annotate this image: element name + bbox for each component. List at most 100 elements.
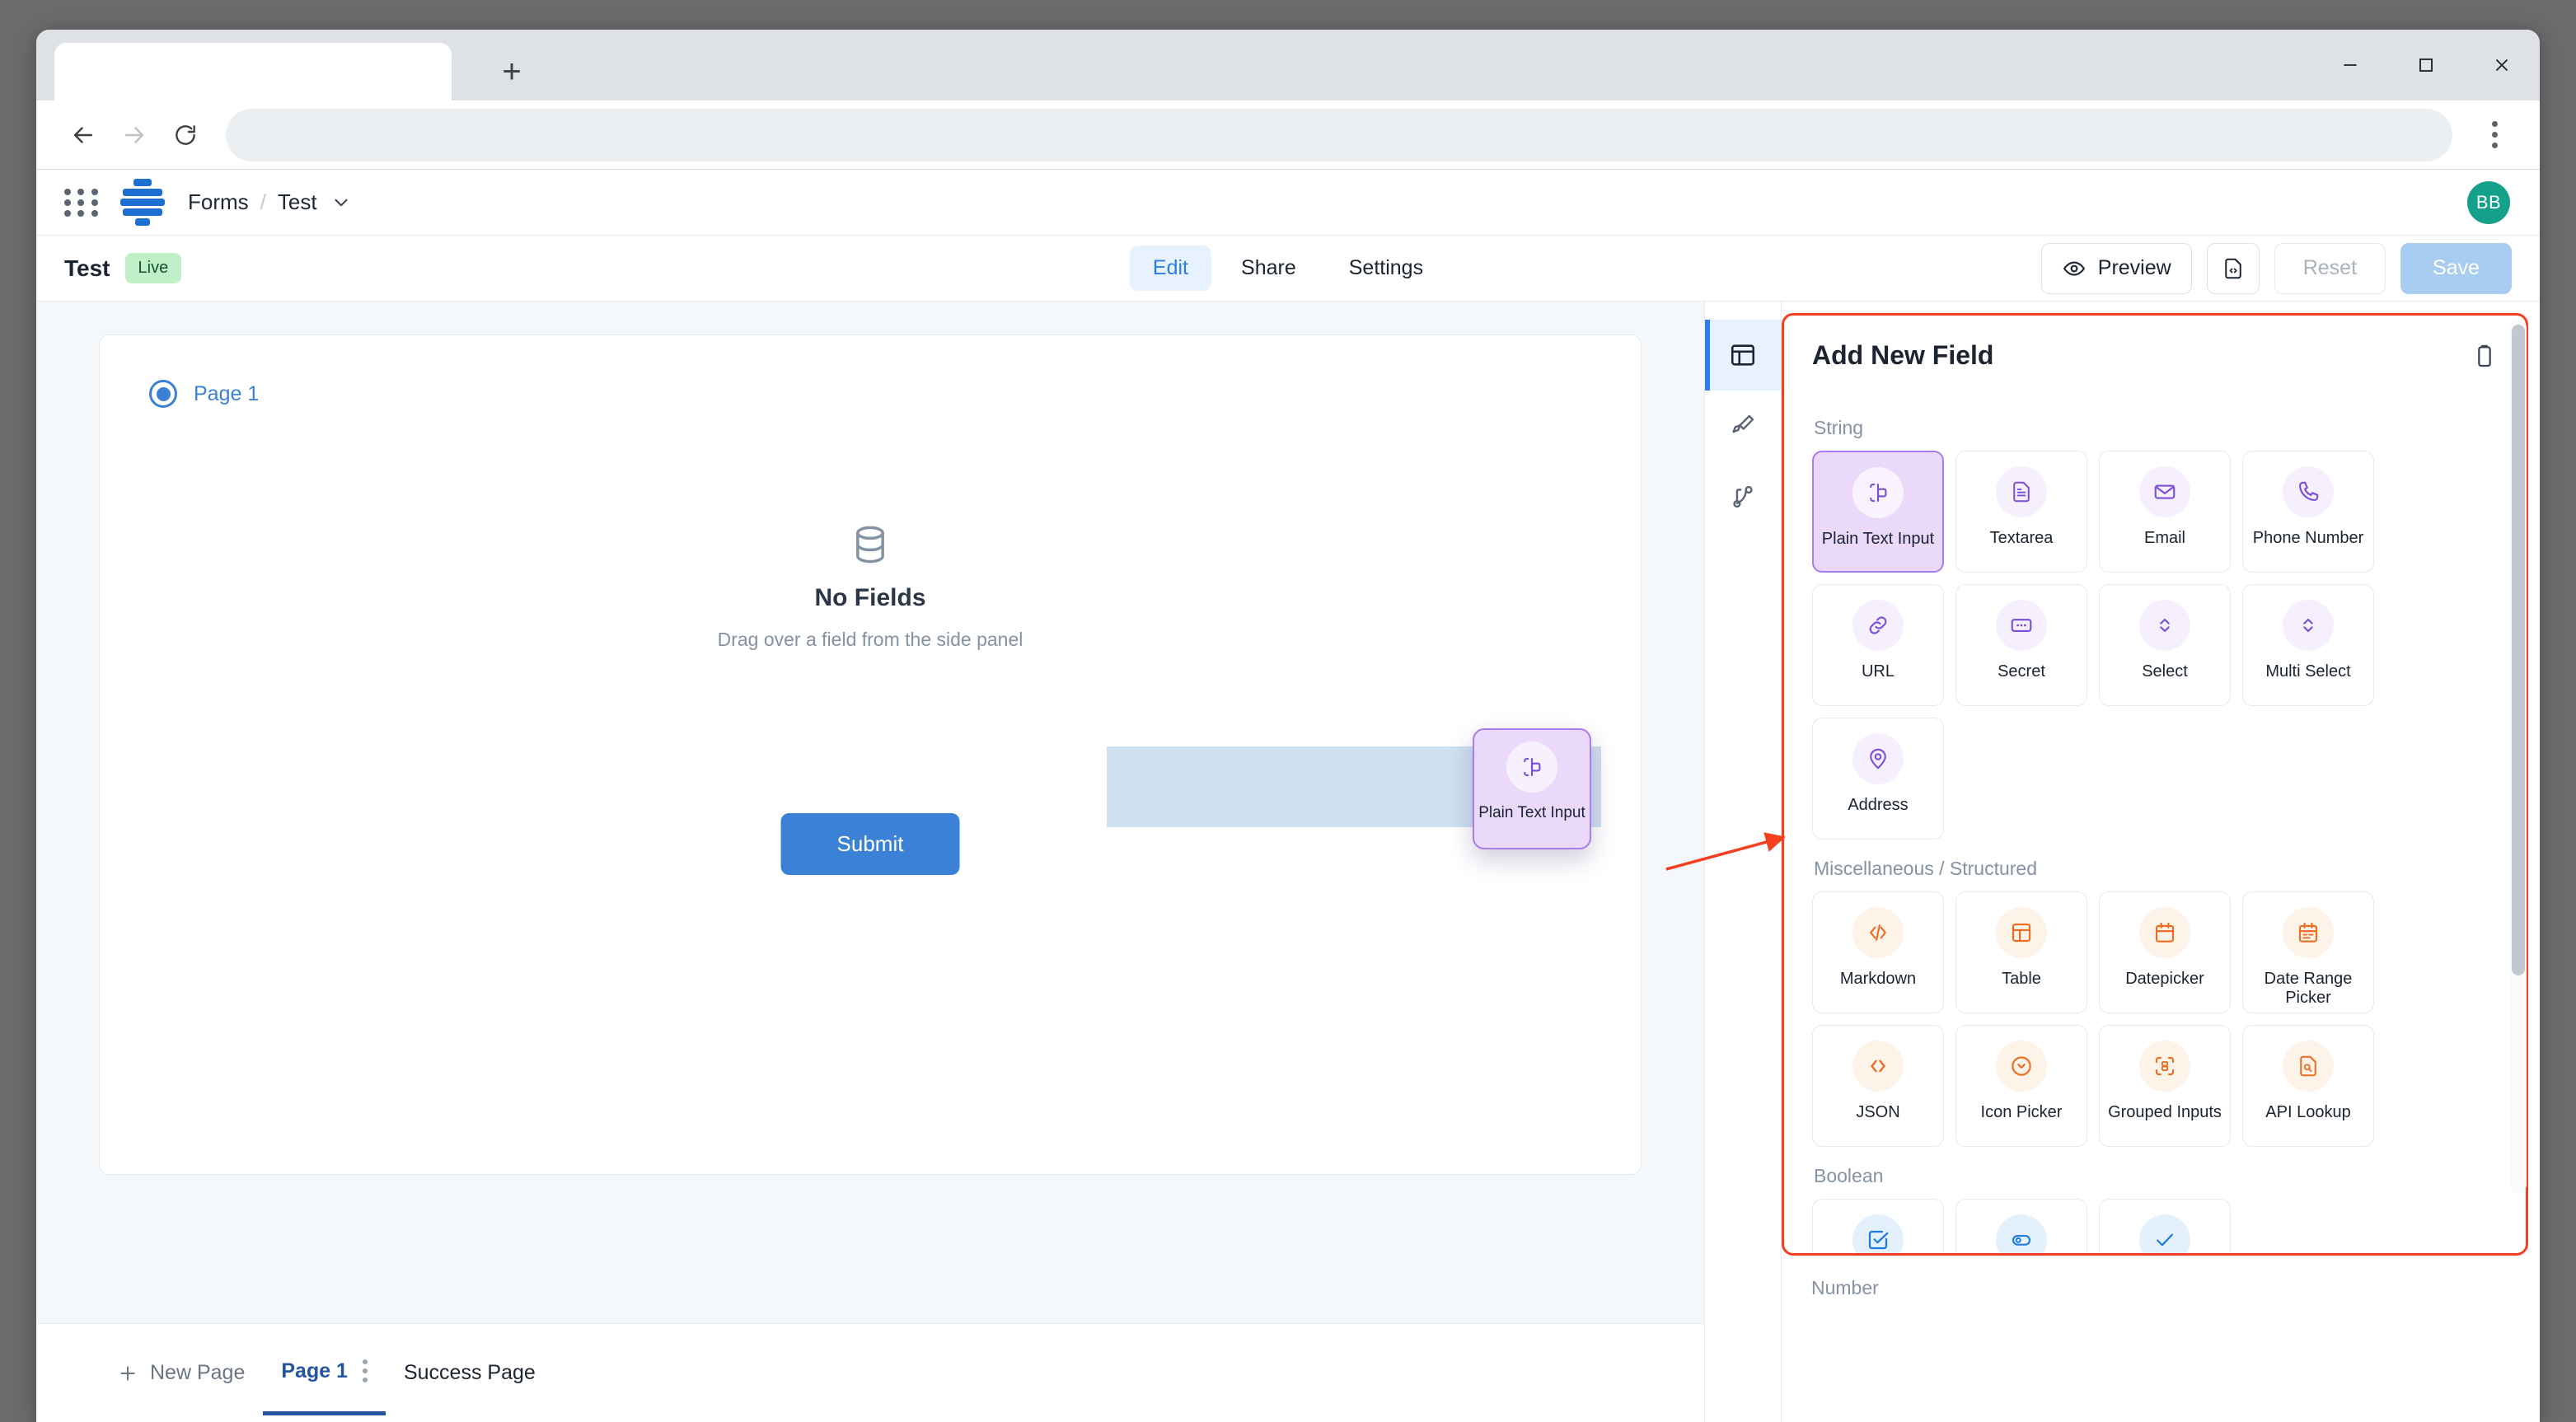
page-tab-label: Success Page — [404, 1361, 536, 1385]
panel-icon-rail — [1704, 302, 1782, 1422]
field-card-plain-text-input[interactable]: Plain Text Input — [1812, 451, 1944, 573]
drag-preview-card[interactable]: Plain Text Input — [1473, 728, 1591, 849]
breadcrumb-current[interactable]: Test — [278, 189, 317, 215]
close-button[interactable] — [2464, 30, 2540, 101]
back-icon[interactable] — [58, 110, 109, 161]
text-cursor-input-icon — [1506, 741, 1557, 793]
field-card-multi-select[interactable]: Multi Select — [2242, 584, 2374, 706]
plus-icon: + — [502, 55, 521, 88]
field-card-label: Table — [1997, 970, 2046, 989]
field-card-phone-number[interactable]: Phone Number — [2242, 451, 2374, 573]
new-tab-button[interactable]: + — [488, 48, 536, 96]
tab-share[interactable]: Share — [1218, 246, 1319, 291]
field-card-select[interactable]: Select — [2099, 584, 2231, 706]
submit-button[interactable]: Submit — [781, 813, 960, 875]
clipboard-icon[interactable] — [2471, 343, 2498, 369]
preview-button[interactable]: Preview — [2041, 243, 2192, 294]
field-card-switch[interactable]: Switch — [1955, 1199, 2087, 1256]
save-button[interactable]: Save — [2400, 243, 2512, 294]
field-card-table[interactable]: Table — [1955, 891, 2087, 1013]
field-card-email[interactable]: Email — [2099, 451, 2231, 573]
rail-item-layout[interactable] — [1705, 320, 1781, 391]
group-title-number: Number — [1811, 1277, 2500, 1299]
minimize-button[interactable] — [2312, 30, 2388, 101]
toggle-icon — [1996, 1214, 2047, 1256]
address-bar[interactable] — [226, 109, 2452, 161]
form-toolbar: Test Live Edit Share Settings Preview — [36, 236, 2540, 302]
field-card-label: Select — [2137, 662, 2193, 681]
field-card-json[interactable]: JSON — [1812, 1025, 1944, 1147]
group-title-boolean: Boolean — [1814, 1165, 2498, 1187]
mail-icon — [2139, 466, 2190, 517]
group-title-miscellaneous: Miscellaneous / Structured — [1814, 858, 2498, 880]
field-card-checkbox[interactable]: Checkbox — [1812, 1199, 1944, 1256]
panel-scrollbar[interactable] — [2510, 320, 2527, 1193]
panel-title: Add New Field — [1812, 340, 1993, 371]
preview-button-label: Preview — [2098, 256, 2171, 280]
field-card-datepicker[interactable]: Datepicker — [2099, 891, 2231, 1013]
panel-header: Add New Field — [1812, 340, 2498, 371]
grid-apps-icon[interactable] — [64, 185, 101, 221]
field-card-grouped-inputs[interactable]: Grouped Inputs — [2099, 1025, 2231, 1147]
calendar-icon — [2139, 907, 2190, 958]
field-card-icon-picker[interactable]: Icon Picker — [1955, 1025, 2087, 1147]
reset-button[interactable]: Reset — [2274, 243, 2386, 294]
page-tab-label: Page 1 — [281, 1359, 348, 1383]
field-card-markdown[interactable]: Markdown — [1812, 891, 1944, 1013]
file-code-icon — [2221, 256, 2246, 281]
field-card-yes-no[interactable]: Yes/No — [2099, 1199, 2231, 1256]
drag-preview-label: Plain Text Input — [1478, 804, 1585, 822]
table-icon — [1996, 907, 2047, 958]
panel-scrollbar-thumb[interactable] — [2512, 325, 2525, 975]
view-tabs: Edit Share Settings — [1130, 246, 1446, 291]
field-card-address[interactable]: Address — [1812, 718, 1944, 840]
radio-selected-icon[interactable] — [149, 380, 177, 408]
rail-item-logic[interactable] — [1705, 461, 1781, 532]
page-tab-page-1[interactable]: Page 1 — [263, 1331, 386, 1415]
map-pin-icon — [1852, 733, 1904, 784]
field-card-label: Secret — [1993, 662, 2050, 681]
app-body: Page 1 No Fields Drag over a field from … — [36, 302, 2540, 1422]
page-tab-success-page[interactable]: Success Page — [386, 1333, 554, 1413]
password-dots-icon — [1996, 600, 2047, 651]
avatar[interactable]: BB — [2467, 181, 2510, 224]
add-field-panel: Add New Field String — [1782, 313, 2528, 1256]
field-card-label: Textarea — [1985, 529, 2058, 548]
browser-navigation-bar — [36, 101, 2540, 170]
field-card-textarea[interactable]: Textarea — [1955, 451, 2087, 573]
forms-logo-icon[interactable] — [120, 179, 165, 226]
new-page-button[interactable]: New Page — [99, 1333, 263, 1413]
plus-icon — [117, 1363, 138, 1384]
tab-settings[interactable]: Settings — [1326, 246, 1446, 291]
field-card-label: Plain Text Input — [1817, 530, 1939, 549]
field-card-date-range-picker[interactable]: Date Range Picker — [2242, 891, 2374, 1013]
empty-state: No Fields Drag over a field from the sid… — [100, 523, 1641, 651]
view-code-button[interactable] — [2207, 243, 2260, 294]
scan-group-icon — [2139, 1041, 2190, 1092]
checkbox-icon — [1852, 1214, 1904, 1256]
browser-tab[interactable] — [54, 43, 452, 101]
chevron-down-icon[interactable] — [330, 192, 352, 213]
file-search-icon — [2283, 1041, 2334, 1092]
tab-edit[interactable]: Edit — [1130, 246, 1211, 291]
field-card-url[interactable]: URL — [1812, 584, 1944, 706]
add-field-panel-wrapper: Add New Field String — [1782, 302, 2540, 1422]
forward-icon[interactable] — [109, 110, 160, 161]
field-card-api-lookup[interactable]: API Lookup — [2242, 1025, 2374, 1147]
rail-item-theme[interactable] — [1705, 391, 1781, 461]
browser-menu-icon[interactable] — [2471, 110, 2518, 161]
status-badge: Live — [125, 253, 182, 283]
reload-icon[interactable] — [160, 110, 211, 161]
canvas-page-indicator: Page 1 — [149, 380, 1591, 408]
empty-state-subtitle: Drag over a field from the side panel — [100, 629, 1641, 651]
new-page-label: New Page — [150, 1361, 245, 1385]
field-card-label: Markdown — [1835, 970, 1921, 989]
breadcrumb-root[interactable]: Forms — [188, 189, 249, 215]
angle-brackets-icon — [1852, 1041, 1904, 1092]
field-card-group-boolean: Checkbox Switch — [1812, 1199, 2498, 1256]
page-tab-menu-icon[interactable] — [363, 1359, 368, 1382]
field-card-secret[interactable]: Secret — [1955, 584, 2087, 706]
chevron-up-down-icon — [2283, 600, 2334, 651]
maximize-button[interactable] — [2388, 30, 2464, 101]
check-icon — [2139, 1214, 2190, 1256]
